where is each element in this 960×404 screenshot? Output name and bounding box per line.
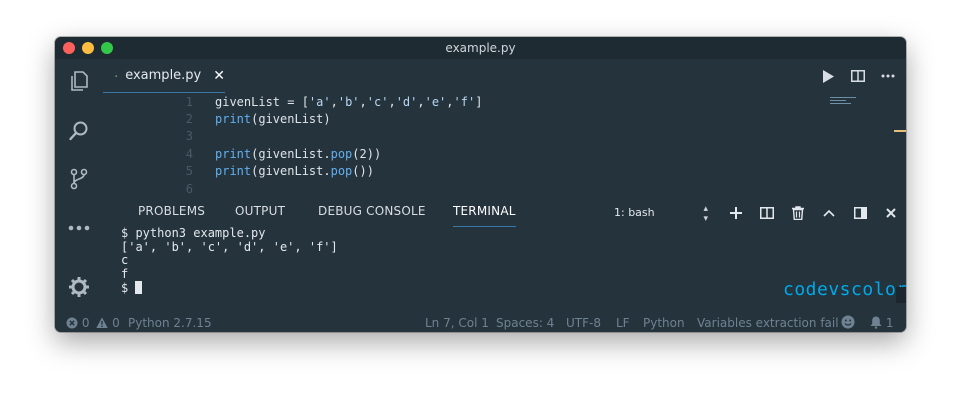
editor-actions	[820, 68, 896, 84]
error-count: 0	[81, 316, 90, 330]
status-bar: 0 0 Python 2.7.15 Ln 7, Col 1 Spaces: 4 …	[55, 314, 906, 332]
panel-actions	[728, 205, 899, 221]
python-file-icon	[115, 74, 118, 77]
notifications-status[interactable]: 1	[870, 315, 893, 331]
bottom-panel: PROBLEMS OUTPUT DEBUG CONSOLE TERMINAL 1…	[103, 197, 906, 314]
terminal-cursor	[135, 281, 143, 294]
vscode-window: example.py example.py ✕ 1 givenList = ['…	[55, 37, 906, 332]
source-control-icon[interactable]	[67, 167, 91, 191]
line-code: givenList = ['a','b','c','d','e','f']	[215, 95, 483, 109]
terminal-select-value: 1: bash	[614, 205, 655, 219]
error-icon	[66, 317, 78, 329]
tab-filename: example.py	[125, 68, 202, 83]
code-line: 1 givenList = ['a','b','c','d','e','f']	[103, 93, 863, 111]
code-line: 3	[103, 127, 863, 145]
code-line: 6	[103, 180, 863, 198]
code-line: 4 print(givenList.pop(2))	[103, 145, 863, 163]
more-actions-icon[interactable]	[880, 68, 896, 84]
split-terminal-icon[interactable]	[759, 205, 775, 221]
cursor-position[interactable]: Ln 7, Col 1	[425, 315, 489, 331]
files-icon[interactable]	[67, 69, 91, 93]
split-editor-icon[interactable]	[850, 68, 866, 84]
code-line: 5 print(givenList.pop())	[103, 162, 863, 180]
notification-count: 1	[885, 316, 894, 330]
maximize-panel-icon[interactable]	[852, 205, 868, 221]
line-code: print(givenList)	[215, 112, 331, 126]
add-terminal-icon[interactable]	[728, 205, 744, 221]
eol-status[interactable]: LF	[616, 315, 630, 331]
search-icon[interactable]	[67, 119, 91, 143]
tab-problems[interactable]: PROBLEMS	[138, 203, 205, 227]
terminal-line: $ python3 example.py	[121, 226, 266, 240]
language-mode[interactable]: Python	[643, 315, 685, 331]
tab-terminal[interactable]: TERMINAL	[453, 203, 516, 227]
minimap[interactable]	[830, 97, 856, 105]
panel-tabs: PROBLEMS OUTPUT DEBUG CONSOLE TERMINAL 1…	[103, 197, 906, 227]
settings-gear-icon[interactable]	[67, 275, 91, 299]
warning-count: 0	[112, 316, 120, 330]
editor-tab-bar: example.py ✕	[103, 59, 906, 93]
run-icon[interactable]	[820, 68, 836, 84]
line-code: print(givenList.pop())	[215, 164, 374, 178]
line-number: 4	[185, 147, 193, 161]
chevron-up-icon[interactable]	[821, 205, 837, 221]
tab-debug-console[interactable]: DEBUG CONSOLE	[318, 203, 426, 227]
tab-output[interactable]: OUTPUT	[235, 203, 285, 227]
zoom-window-button[interactable]	[101, 42, 113, 54]
overview-ruler-marker	[894, 130, 906, 132]
indentation-status[interactable]: Spaces: 4	[496, 315, 554, 331]
line-number: 5	[185, 164, 193, 178]
close-panel-icon[interactable]	[883, 205, 899, 221]
line-number: 2	[185, 112, 193, 126]
line-number: 3	[185, 129, 193, 143]
minimize-window-button[interactable]	[82, 42, 94, 54]
close-tab-icon[interactable]: ✕	[213, 68, 225, 84]
terminal-select[interactable]: 1: bash ▴ ▾	[604, 203, 712, 224]
title-bar: example.py	[55, 37, 906, 59]
feedback-smiley-icon[interactable]	[841, 315, 855, 331]
trash-icon[interactable]	[790, 205, 806, 221]
select-arrows-icon: ▴ ▾	[703, 204, 708, 224]
warning-icon	[96, 317, 108, 328]
terminal-line: ['a', 'b', 'c', 'd', 'e', 'f']	[121, 239, 338, 254]
encoding-status[interactable]: UTF-8	[566, 315, 601, 331]
interpreter-status[interactable]: Python 2.7.15	[128, 315, 212, 331]
code-line: 2 print(givenList)	[103, 110, 863, 128]
window-title: example.py	[445, 41, 516, 55]
watermark: codevscolor.com	[783, 279, 906, 300]
more-icon[interactable]	[67, 216, 91, 240]
terminal-prompt: $	[121, 281, 136, 295]
terminal-line: c	[121, 253, 129, 267]
terminal-scrollbar[interactable]	[896, 287, 906, 303]
bell-icon	[870, 316, 882, 329]
line-number: 6	[185, 182, 193, 196]
status-message: Variables extraction fail	[697, 316, 839, 330]
line-code: print(givenList.pop(2))	[215, 147, 382, 161]
tab-example-py[interactable]: example.py ✕	[103, 59, 225, 93]
line-number: 1	[185, 95, 193, 109]
problems-status[interactable]: 0 0	[66, 315, 120, 331]
close-window-button[interactable]	[63, 42, 75, 54]
activity-bar	[55, 59, 103, 314]
